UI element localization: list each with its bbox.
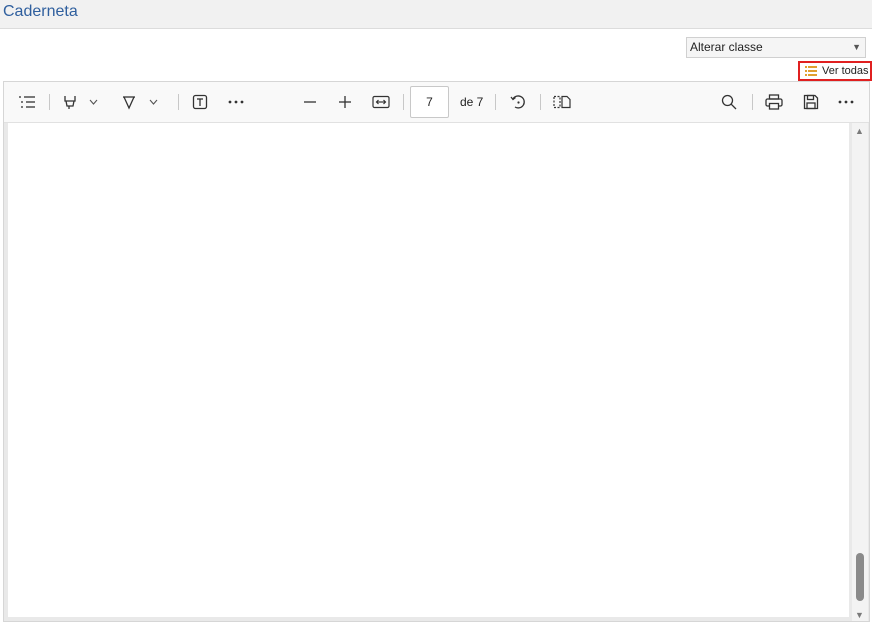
highlight-chevron-down-icon[interactable]: [86, 90, 100, 114]
zoom-out-icon[interactable]: [298, 90, 322, 114]
list-icon: [805, 66, 817, 76]
page-title: Caderneta: [3, 3, 78, 20]
more-options-icon[interactable]: [834, 90, 858, 114]
print-icon[interactable]: [762, 90, 786, 114]
contents-icon[interactable]: [14, 90, 40, 114]
pdf-toolbar: 7 de 7: [4, 82, 869, 123]
app-header: Caderneta: [0, 0, 872, 29]
page-number-input[interactable]: 7: [410, 86, 449, 118]
zoom-in-icon[interactable]: [333, 90, 357, 114]
chevron-down-icon: ▼: [852, 42, 861, 52]
scroll-up-icon[interactable]: ▲: [855, 126, 864, 136]
toolbar-divider: [49, 94, 50, 110]
draw-icon[interactable]: [117, 90, 141, 114]
pdf-page: [8, 123, 849, 617]
toolbar-divider: [752, 94, 753, 110]
save-icon[interactable]: [799, 90, 823, 114]
pdf-viewer: 7 de 7 ▲ ▼: [3, 81, 870, 622]
vertical-scrollbar[interactable]: ▲ ▼: [852, 123, 868, 621]
class-select-value: Alterar classe: [690, 40, 763, 54]
class-select[interactable]: Alterar classe ▼: [686, 37, 866, 58]
page-view-icon[interactable]: [550, 90, 574, 114]
rotate-icon[interactable]: [506, 90, 530, 114]
text-box-icon[interactable]: [188, 90, 212, 114]
toolbar-divider: [495, 94, 496, 110]
view-all-label: Ver todas: [822, 65, 869, 77]
highlight-icon[interactable]: [58, 90, 82, 114]
page-total-label: de 7: [460, 95, 484, 109]
fit-width-icon[interactable]: [369, 90, 393, 114]
draw-chevron-down-icon[interactable]: [146, 90, 160, 114]
scroll-down-icon[interactable]: ▼: [855, 610, 864, 620]
toolbar-divider: [540, 94, 541, 110]
more-tools-icon[interactable]: [224, 90, 248, 114]
toolbar-divider: [178, 94, 179, 110]
view-all-button[interactable]: Ver todas: [798, 61, 872, 81]
search-icon[interactable]: [717, 90, 741, 114]
toolbar-divider: [403, 94, 404, 110]
scrollbar-thumb[interactable]: [856, 553, 864, 601]
